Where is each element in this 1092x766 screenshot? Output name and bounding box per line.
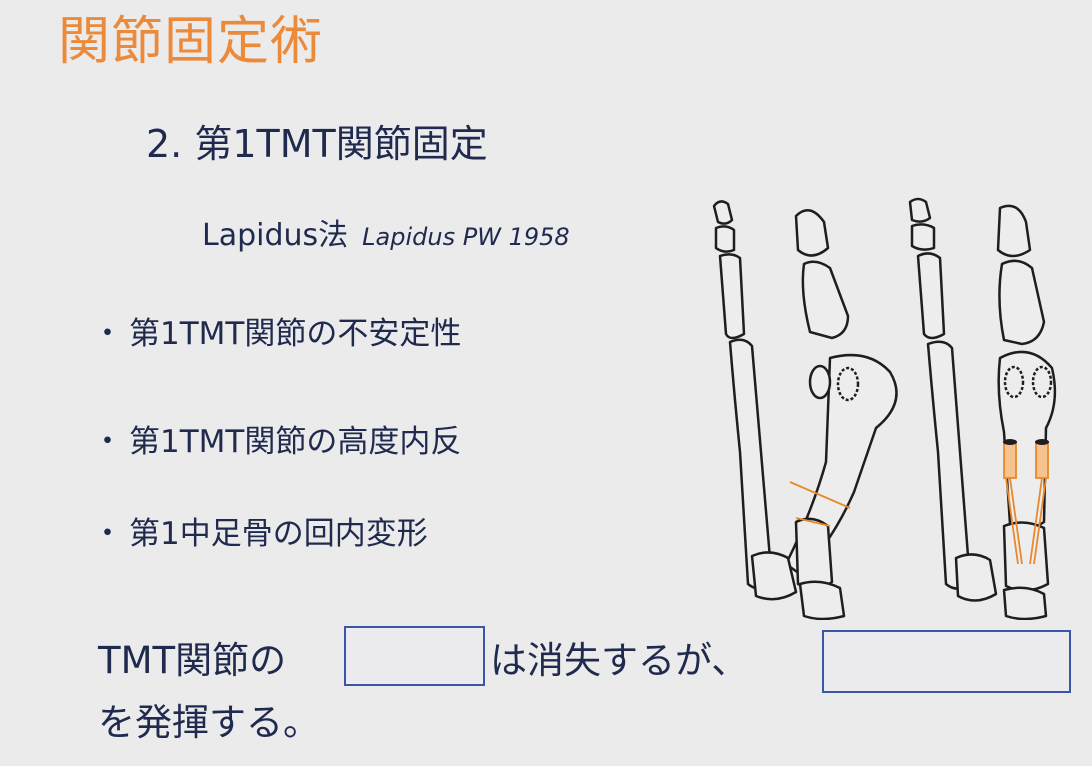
section-subtitle: 2. 第1TMT関節固定 [146,122,488,166]
bullet-item: ・第1TMT関節の不安定性 [92,308,461,353]
answer-blank-1[interactable] [344,626,485,686]
conclusion-text-part1: TMT関節の [98,639,287,682]
conclusion-text-part2: は消失するが、 [490,639,749,682]
answer-blank-2[interactable] [822,630,1071,693]
bullet-item: ・第1中足骨の回内変形 [92,508,428,553]
foot-bone-illustration [712,197,1057,620]
bullet-marker: ・ [92,316,123,352]
method-name: Lapidus法 [202,218,349,253]
conclusion-text-part3: を発揮する。 [98,701,320,744]
bullet-text: 第1TMT関節の高度内反 [129,424,462,460]
bullet-text: 第1中足骨の回内変形 [129,516,428,552]
bullet-marker: ・ [92,424,123,460]
bullet-item: ・第1TMT関節の高度内反 [92,416,461,461]
bullet-text: 第1TMT関節の不安定性 [129,316,462,352]
bullet-marker: ・ [92,516,123,552]
slide-title: 関節固定術 [58,12,324,72]
method-reference: Lapidus PW 1958 [362,223,570,251]
method-line: Lapidus法 Lapidus PW 1958 [202,210,570,254]
